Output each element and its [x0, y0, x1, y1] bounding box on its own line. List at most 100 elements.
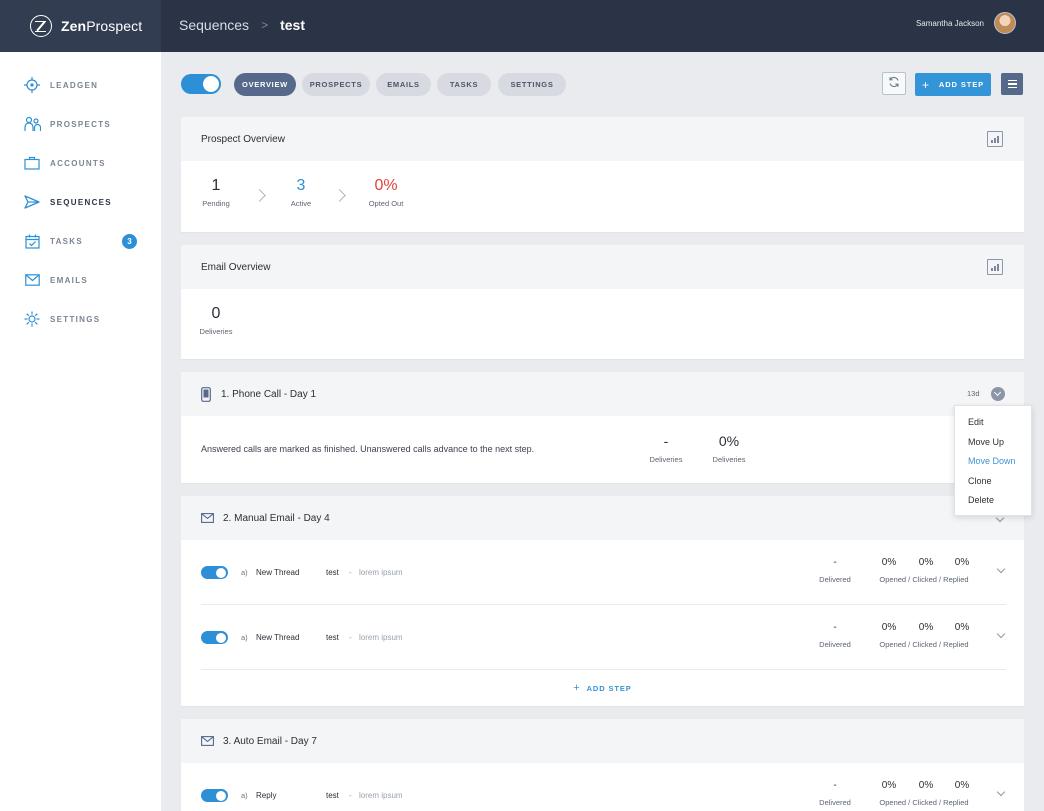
card-header: 2. Manual Email - Day 4 — [181, 496, 1024, 540]
variant-separator: - — [349, 568, 352, 577]
brand-logo[interactable]: ZenProspect — [0, 0, 161, 52]
delivered-value: - — [833, 557, 837, 568]
variant-enabled-toggle[interactable] — [201, 631, 228, 644]
sidebar-item-label: PROSPECTS — [50, 119, 112, 129]
variant-preview: lorem ipsum — [359, 568, 403, 577]
gear-icon — [23, 310, 41, 328]
sequence-active-toggle[interactable] — [181, 74, 221, 94]
variant-preview: lorem ipsum — [359, 633, 403, 642]
variant-thread: New Thread — [256, 568, 300, 577]
opened-value: 0% — [881, 557, 897, 568]
refresh-button[interactable] — [882, 72, 906, 95]
more-menu-button[interactable] — [1001, 73, 1023, 95]
sidebar-item-sequences[interactable]: SEQUENCES — [23, 193, 143, 211]
stat-label: Deliveries — [649, 455, 683, 464]
user-menu[interactable]: Samantha Jackson — [916, 12, 1016, 34]
sidebar-item-accounts[interactable]: ACCOUNTS — [23, 154, 143, 172]
step-options-toggle[interactable] — [991, 387, 1005, 401]
bar-chart-icon[interactable] — [987, 131, 1003, 147]
card-header: 1. Phone Call - Day 1 13d — [181, 372, 1024, 416]
add-step-label: ADD STEP — [938, 80, 985, 89]
delivered-label: Delivered — [819, 640, 851, 649]
chevron-down-icon[interactable] — [996, 564, 1006, 574]
variant-subject: test — [326, 568, 339, 577]
card-title: Email Overview — [201, 261, 271, 273]
menu-item-move-up[interactable]: Move Up — [955, 436, 1031, 456]
clicked-value: 0% — [918, 780, 934, 791]
stat-value: 1 — [211, 177, 221, 194]
replied-value: 0% — [954, 622, 970, 633]
stat-deliveries: 0 Deliveries — [195, 305, 237, 336]
variant-subject: test — [326, 633, 339, 642]
tab-prospects[interactable]: PROSPECTS — [302, 73, 370, 96]
variant-letter: a) — [241, 791, 248, 800]
sidebar-item-leadgen[interactable]: LEADGEN — [23, 76, 143, 94]
chevron-down-icon[interactable] — [996, 787, 1006, 797]
chevron-down-icon[interactable] — [996, 629, 1006, 639]
rates-label: Opened / Clicked / Replied — [879, 640, 969, 649]
brand-name: ZenProspect — [61, 18, 143, 34]
bar-chart-icon[interactable] — [987, 259, 1003, 275]
sidebar-item-emails[interactable]: EMAILS — [23, 271, 143, 289]
variant-thread: Reply — [256, 791, 277, 800]
paper-plane-icon — [23, 193, 41, 211]
sidebar-item-prospects[interactable]: PROSPECTS — [23, 115, 143, 133]
add-step-link[interactable]: + ADD STEP — [181, 682, 1024, 694]
add-step-button[interactable]: + ADD STEP — [915, 73, 991, 96]
replied-value: 0% — [954, 780, 970, 791]
stat-value: 0% — [718, 433, 740, 449]
chevron-right-icon — [253, 189, 266, 202]
step-title: 1. Phone Call - Day 1 — [221, 388, 317, 400]
top-bar: ZenProspect Sequences > test Samantha Ja… — [0, 0, 1044, 52]
clicked-value: 0% — [918, 557, 934, 568]
stat-label: Deliveries — [199, 327, 233, 336]
tab-overview[interactable]: OVERVIEW — [234, 73, 296, 96]
sidebar-item-label: SEQUENCES — [50, 197, 112, 207]
sidebar-item-label: EMAILS — [50, 275, 89, 285]
delivered-label: Delivered — [819, 798, 851, 807]
card-title: Prospect Overview — [201, 133, 285, 145]
stat-value: 0 — [211, 305, 221, 322]
variant-letter: a) — [241, 633, 248, 642]
menu-item-move-down[interactable]: Move Down — [955, 455, 1031, 475]
variant-separator: - — [349, 633, 352, 642]
stat-active: 3 Active — [284, 177, 318, 208]
plus-icon: + — [573, 682, 581, 694]
variant-enabled-toggle[interactable] — [201, 789, 228, 802]
row-divider — [201, 669, 1006, 670]
sidebar-item-settings[interactable]: SETTINGS — [23, 310, 143, 328]
sidebar-item-label: SETTINGS — [50, 314, 101, 324]
variant-preview: lorem ipsum — [359, 791, 403, 800]
menu-item-delete[interactable]: Delete — [955, 494, 1031, 514]
menu-item-clone[interactable]: Clone — [955, 475, 1031, 495]
stat-value: 0% — [374, 177, 398, 194]
tab-settings[interactable]: SETTINGS — [498, 73, 566, 96]
opened-value: 0% — [881, 622, 897, 633]
sidebar-item-label: ACCOUNTS — [50, 158, 106, 168]
variant-enabled-toggle[interactable] — [201, 566, 228, 579]
stat-value: - — [663, 433, 669, 449]
delivered-label: Delivered — [819, 575, 851, 584]
briefcase-icon — [23, 154, 41, 172]
variant-thread: New Thread — [256, 633, 300, 642]
avatar[interactable] — [994, 12, 1016, 34]
prospect-overview-card: Prospect Overview 1 Pending 3 Active 0% … — [181, 117, 1024, 232]
variant-separator: - — [349, 791, 352, 800]
step-options-dropdown: Edit Move Up Move Down Clone Delete — [954, 405, 1032, 516]
add-step-label: ADD STEP — [586, 684, 632, 693]
menu-item-edit[interactable]: Edit — [955, 416, 1031, 436]
stat-label: Active — [290, 199, 312, 208]
envelope-icon — [201, 513, 214, 523]
tab-emails[interactable]: EMAILS — [376, 73, 431, 96]
sidebar-item-tasks[interactable]: TASKS 3 — [23, 232, 143, 250]
stat-pending: 1 Pending — [199, 177, 233, 208]
user-name: Samantha Jackson — [915, 18, 984, 28]
step-title: 2. Manual Email - Day 4 — [223, 512, 330, 524]
breadcrumb-parent[interactable]: Sequences — [179, 17, 249, 33]
hamburger-icon-line — [1007, 86, 1017, 89]
envelope-icon — [23, 271, 41, 289]
variant-subject: test — [326, 791, 339, 800]
people-icon — [23, 115, 41, 133]
tab-tasks[interactable]: TASKS — [437, 73, 491, 96]
variant-letter: a) — [241, 568, 248, 577]
